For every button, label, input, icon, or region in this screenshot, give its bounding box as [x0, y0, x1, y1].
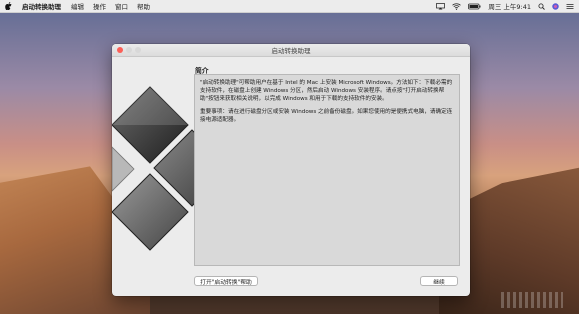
menu-help[interactable]: 帮助: [137, 1, 150, 11]
airplay-icon[interactable]: [436, 2, 446, 10]
control-center-icon[interactable]: [566, 3, 574, 10]
zoom-button[interactable]: [135, 47, 141, 53]
intro-text-box: "启动转换助理"可帮助用户在基于 Intel 的 Mac 上安装 Microso…: [194, 74, 460, 266]
important-notice-paragraph: 重要事项：请在进行磁盘分区或安装 Windows 之前备份磁盘。如果您使用的是便…: [200, 109, 453, 124]
menu-window[interactable]: 窗口: [115, 1, 128, 11]
battery-icon[interactable]: [468, 3, 481, 10]
minimize-button[interactable]: [126, 47, 132, 53]
open-help-button[interactable]: 打开"启动转换"帮助: [194, 276, 258, 286]
window-title: 启动转换助理: [271, 47, 311, 55]
intro-paragraph: "启动转换助理"可帮助用户在基于 Intel 的 Mac 上安装 Microso…: [200, 80, 453, 103]
menu-app-name[interactable]: 启动转换助理: [22, 1, 61, 11]
wifi-icon[interactable]: [452, 2, 462, 10]
menu-status-area: 周三 上午9:41: [436, 1, 574, 11]
menu-bar: 启动转换助理 编辑 操作 窗口 帮助 周三 上午9:41: [0, 0, 579, 13]
window-titlebar[interactable]: 启动转换助理: [112, 44, 470, 57]
apple-icon[interactable]: [5, 2, 12, 10]
boot-camp-window: 启动转换助理 简介 "启动转换助理"可帮助用户在基于 Intel 的 Mac 上…: [112, 44, 470, 296]
continue-button[interactable]: 继续: [420, 276, 458, 286]
menu-edit[interactable]: 编辑: [71, 1, 84, 11]
menu-action[interactable]: 操作: [93, 1, 106, 11]
traffic-lights: [117, 47, 141, 53]
watermark: [501, 292, 563, 308]
siri-icon[interactable]: [552, 2, 559, 10]
close-button[interactable]: [117, 47, 123, 53]
search-icon[interactable]: [538, 3, 545, 10]
clock-text[interactable]: 周三 上午9:41: [488, 1, 531, 11]
